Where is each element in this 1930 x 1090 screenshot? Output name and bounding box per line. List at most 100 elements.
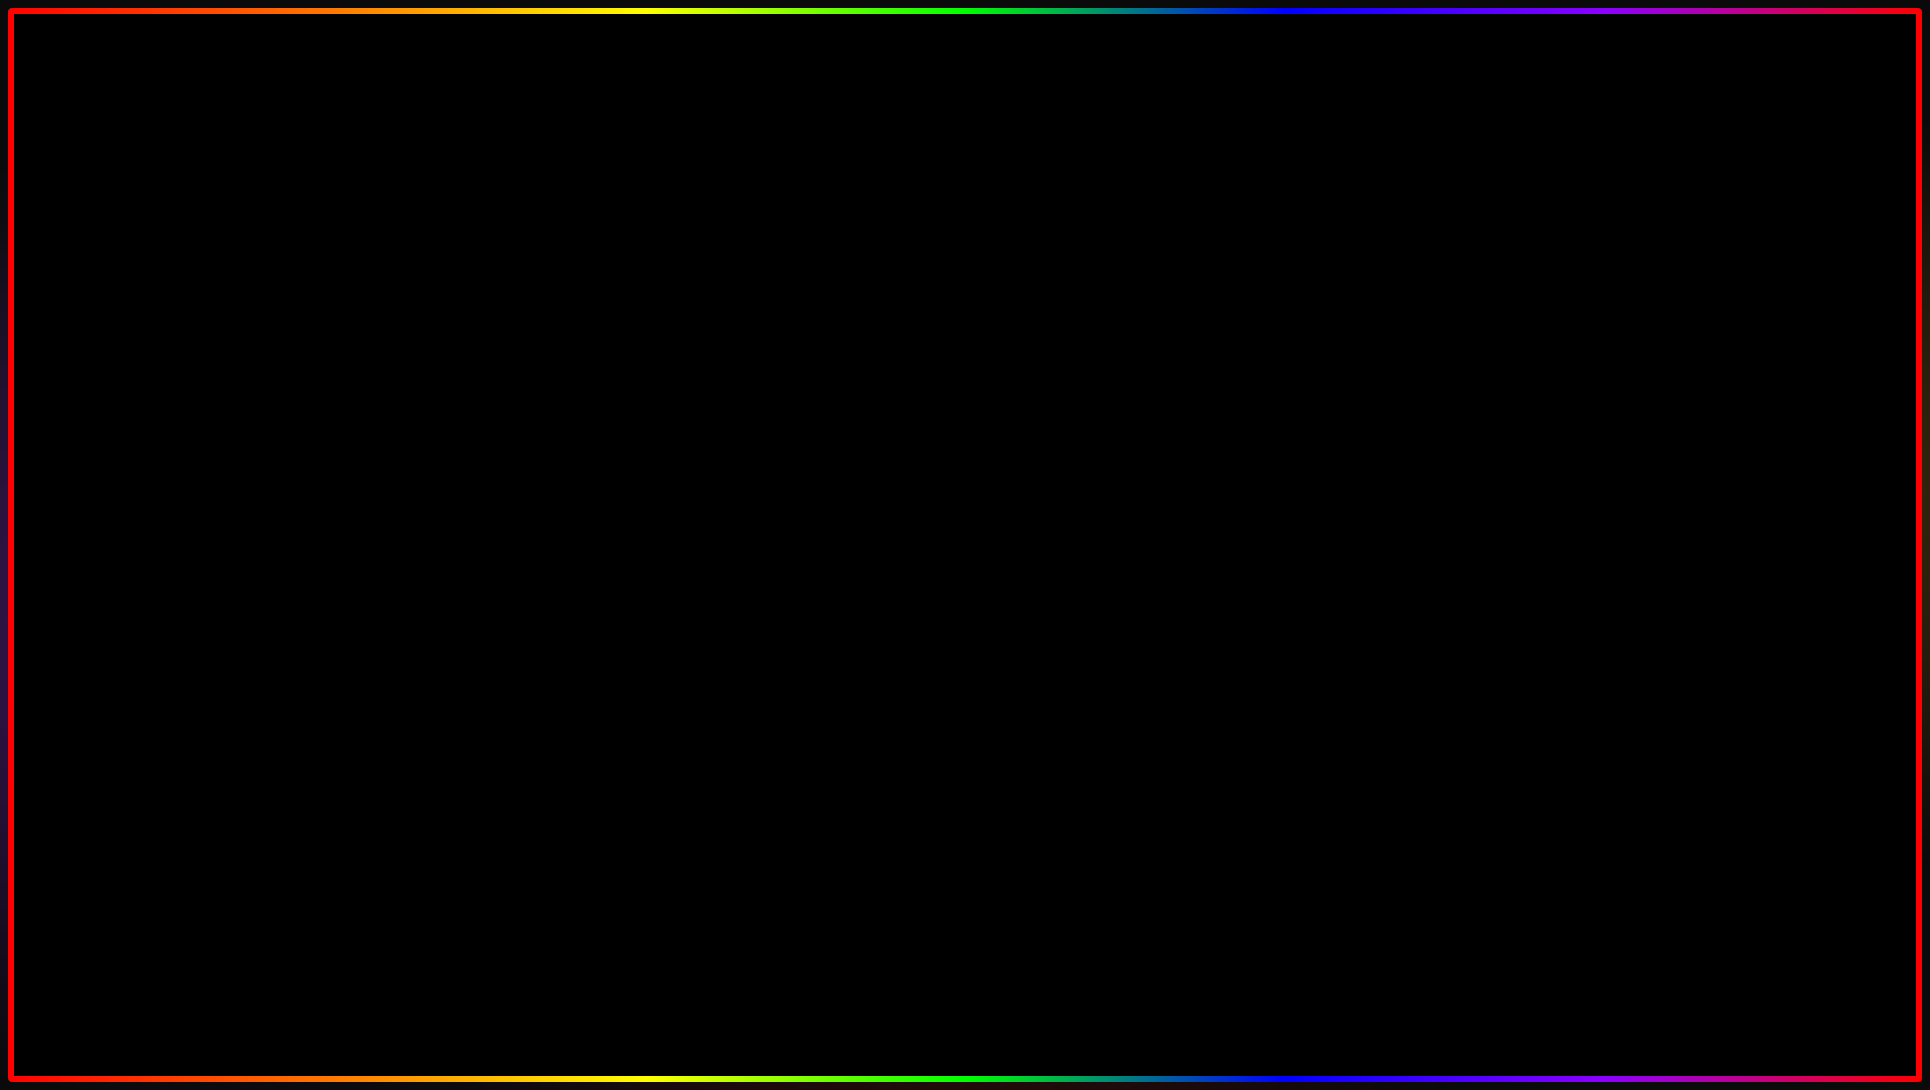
row-choose-mode: Choose Mode Easy ▲ xyxy=(1398,506,1787,536)
sword-value: Sword xyxy=(580,450,617,465)
choose-mode-label: Choose Mode xyxy=(1412,513,1493,528)
sidebar-label-main: Main xyxy=(173,419,201,434)
update-label: UPDATE xyxy=(89,930,553,1058)
sidebar-label-settings-r: Settings xyxy=(1313,574,1360,589)
row-save-health: Save Health ✓ xyxy=(1398,569,1787,602)
teleport-toggle[interactable] xyxy=(1755,450,1773,468)
auto-sea-king-label: Auto Sea King xyxy=(272,615,355,630)
option-section-header: Option section xyxy=(258,409,647,439)
window-left-footer: 👤 Sky xyxy=(143,681,647,726)
dungeon-section-header: Dungeon xyxy=(1398,409,1787,439)
auto-haki-checkbox[interactable]: ✓ xyxy=(615,480,633,498)
row-auto-farm: Auto Farm ✓ xyxy=(258,573,647,606)
badge-legacy-text: LEGACY xyxy=(1639,927,1731,951)
window-right-titlebar: King Legacy (Adel Hub) — ✕ xyxy=(1283,373,1787,401)
window-left-body: Main Farm Combat LocalPlayer Option sect… xyxy=(143,401,647,681)
sidebar-label-farm-r: Farm xyxy=(1313,450,1343,465)
auto-dungeon-checkbox[interactable] xyxy=(1755,543,1773,561)
farm-section-header: Farm section xyxy=(258,539,647,569)
badge-king-text: KING xyxy=(1639,903,1731,927)
auto-km-checkbox[interactable] xyxy=(615,513,633,531)
row-select-weapon: Select Weapon Sword ▲ xyxy=(258,443,647,473)
window-right-controls: — ✕ xyxy=(1741,380,1777,394)
teleport-label: Teleport To Dungeon! xyxy=(1412,452,1535,467)
auto-haki-label: Auto Haki xyxy=(272,482,328,497)
window-left-controls: — ✕ xyxy=(601,380,637,394)
avatar-right: 👤 xyxy=(1295,688,1327,720)
row-auto-sea-king: Auto Sea King xyxy=(258,606,647,639)
auto-farm-label: Auto Farm xyxy=(272,582,333,597)
choose-mode-value[interactable]: Easy ▲ xyxy=(1728,513,1773,528)
sidebar-item-farm-r[interactable]: Farm xyxy=(1283,442,1397,473)
sidebar-label-dungeon-r: Dungeon xyxy=(1313,481,1366,496)
window-right: King Legacy (Adel Hub) — ✕ Main Farm Dun… xyxy=(1280,370,1790,729)
auto-km-label: Auto Km xyxy=(272,515,322,530)
sidebar-item-settings-r[interactable]: Settings xyxy=(1283,566,1397,597)
sidebar-item-main[interactable]: Main xyxy=(143,411,257,442)
sidebar-dot-combat-r xyxy=(1295,515,1305,525)
sidebar-label-localplayer-r: LocalPlayer xyxy=(1313,543,1381,558)
window-left-title: King Legacy (Adel Hub) xyxy=(153,379,300,394)
sidebar-label-main-r: Main xyxy=(1313,419,1341,434)
title-king: KING xyxy=(239,5,769,251)
select-weapon-value-r[interactable]: Sword ▲ xyxy=(1720,483,1773,498)
sidebar-item-localplayer-r[interactable]: LocalPlayer xyxy=(1283,535,1397,566)
title-legacy: LEGACY xyxy=(804,5,1691,251)
sidebar-dot-combat xyxy=(155,484,165,494)
close-button-left[interactable]: ✕ xyxy=(623,380,637,394)
sidebar-left: Main Farm Combat LocalPlayer xyxy=(143,401,258,681)
sidebar-right: Main Farm Dungeon Combat LocalPlayer Set… xyxy=(1283,401,1398,681)
sidebar-item-combat-r[interactable]: Combat xyxy=(1283,504,1397,535)
sidebar-dot-localplayer-r xyxy=(1295,546,1305,556)
badge-character-icon: 🧙 xyxy=(1623,769,1748,886)
sidebar-label-combat-r: Combat xyxy=(1313,512,1359,527)
row-auto-km: Auto Km xyxy=(258,506,647,539)
user-name-right: Sky xyxy=(1337,697,1359,712)
select-weapon-label-r: Select Weapon xyxy=(1412,483,1500,498)
sidebar-item-localplayer[interactable]: LocalPlayer xyxy=(143,504,257,535)
window-left: King Legacy (Adel Hub) — ✕ Main Farm Com… xyxy=(140,370,650,729)
content-area-right: Dungeon Teleport To Dungeon! Select Weap… xyxy=(1398,401,1787,681)
sidebar-item-combat[interactable]: Combat xyxy=(143,473,257,504)
update-version: 4.66 xyxy=(558,930,814,1058)
avatar-left: 👤 xyxy=(155,688,187,720)
minimize-button-right[interactable]: — xyxy=(1741,380,1755,394)
row-teleport: Teleport To Dungeon! xyxy=(1398,443,1787,476)
row-auto-dungeon: Auto Dungeon xyxy=(1398,536,1787,569)
chevron-up-icon-r: ▲ xyxy=(1763,485,1773,496)
badge-inner: 🧙 KING LEGACY xyxy=(1584,764,1786,966)
title-container: KING LEGACY xyxy=(0,18,1930,238)
sidebar-item-farm[interactable]: Farm xyxy=(143,442,257,473)
sidebar-label-farm: Farm xyxy=(173,450,203,465)
minimize-button-left[interactable]: — xyxy=(601,380,615,394)
chevron-up-icon: ▲ xyxy=(623,452,633,463)
auto-dungeon-label: Auto Dungeon xyxy=(1412,545,1495,560)
window-right-body: Main Farm Dungeon Combat LocalPlayer Set… xyxy=(1283,401,1787,681)
window-left-titlebar: King Legacy (Adel Hub) — ✕ xyxy=(143,373,647,401)
chevron-up-mode-icon: ▲ xyxy=(1763,515,1773,526)
sidebar-label-combat: Combat xyxy=(173,481,219,496)
select-weapon-label: Select Weapon xyxy=(272,450,360,465)
sidebar-item-dungeon-r[interactable]: Dungeon xyxy=(1283,473,1397,504)
sidebar-dot-localplayer xyxy=(155,515,165,525)
content-area-left: Option section Select Weapon Sword ▲ Aut… xyxy=(258,401,647,681)
close-button-right[interactable]: ✕ xyxy=(1763,380,1777,394)
sidebar-dot-settings-r xyxy=(1295,577,1305,587)
auto-farm-checkbox[interactable]: ✓ xyxy=(615,580,633,598)
window-right-title: King Legacy (Adel Hub) xyxy=(1293,379,1440,394)
sidebar-dot-farm xyxy=(155,453,165,463)
sidebar-dot-main-r xyxy=(1295,422,1305,432)
window-right-footer: 👤 Sky xyxy=(1283,681,1787,726)
row-select-weapon-r: Select Weapon Sword ▲ xyxy=(1398,476,1787,506)
user-name-left: Sky xyxy=(197,697,219,712)
auto-sea-king-checkbox[interactable] xyxy=(615,613,633,631)
sidebar-dot-dungeon-r xyxy=(1295,484,1305,494)
king-legacy-badge: 🧙 KING LEGACY xyxy=(1580,760,1790,970)
select-weapon-value[interactable]: Sword ▲ xyxy=(580,450,633,465)
sidebar-item-main-r[interactable]: Main xyxy=(1283,411,1397,442)
save-health-checkbox[interactable]: ✓ xyxy=(1755,576,1773,594)
row-auto-haki: Auto Haki ✓ xyxy=(258,473,647,506)
sidebar-dot-main xyxy=(155,422,165,432)
badge-title: KING LEGACY xyxy=(1639,903,1731,951)
sidebar-dot-farm-r xyxy=(1295,453,1305,463)
